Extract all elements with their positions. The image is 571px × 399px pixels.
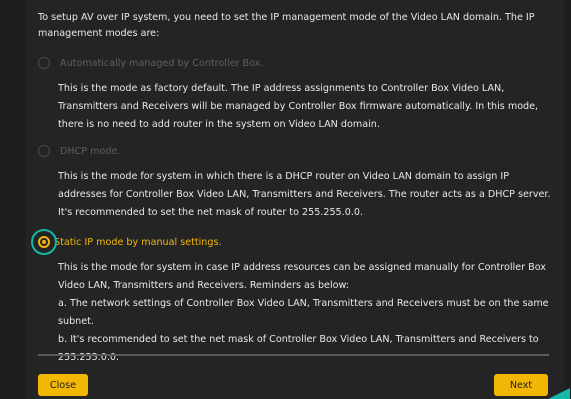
option-static-label[interactable]: Static IP mode by manual settings. (54, 237, 222, 248)
option-dhcp-description: This is the mode for system in which the… (58, 171, 551, 218)
option-auto-description: This is the mode as factory default. The… (58, 83, 539, 130)
radio-static[interactable] (31, 229, 57, 255)
corner-marker-icon (548, 388, 570, 399)
ip-mode-dialog: To setup AV over IP system, you need to … (26, 0, 564, 399)
option-auto-label[interactable]: Automatically managed by Controller Box. (60, 58, 263, 69)
static-desc-reminder-a: a. The network settings of Controller Bo… (58, 298, 549, 327)
static-desc-line: This is the mode for system in case IP a… (58, 262, 546, 291)
option-dhcp[interactable]: DHCP mode. (38, 145, 120, 157)
next-button[interactable]: Next (494, 374, 548, 396)
option-dhcp-label[interactable]: DHCP mode. (60, 146, 120, 157)
option-static[interactable]: Static IP mode by manual settings. (31, 229, 222, 255)
option-auto[interactable]: Automatically managed by Controller Box. (38, 57, 263, 69)
divider (38, 354, 549, 356)
highlight-ring (31, 229, 57, 255)
option-static-description: This is the mode for system in case IP a… (58, 259, 558, 367)
intro-text: To setup AV over IP system, you need to … (38, 12, 535, 39)
radio-dhcp[interactable] (38, 145, 50, 157)
static-desc-reminder-b: b. It's recommended to set the net mask … (58, 334, 539, 363)
close-button[interactable]: Close (38, 374, 88, 396)
radio-auto[interactable] (38, 57, 50, 69)
